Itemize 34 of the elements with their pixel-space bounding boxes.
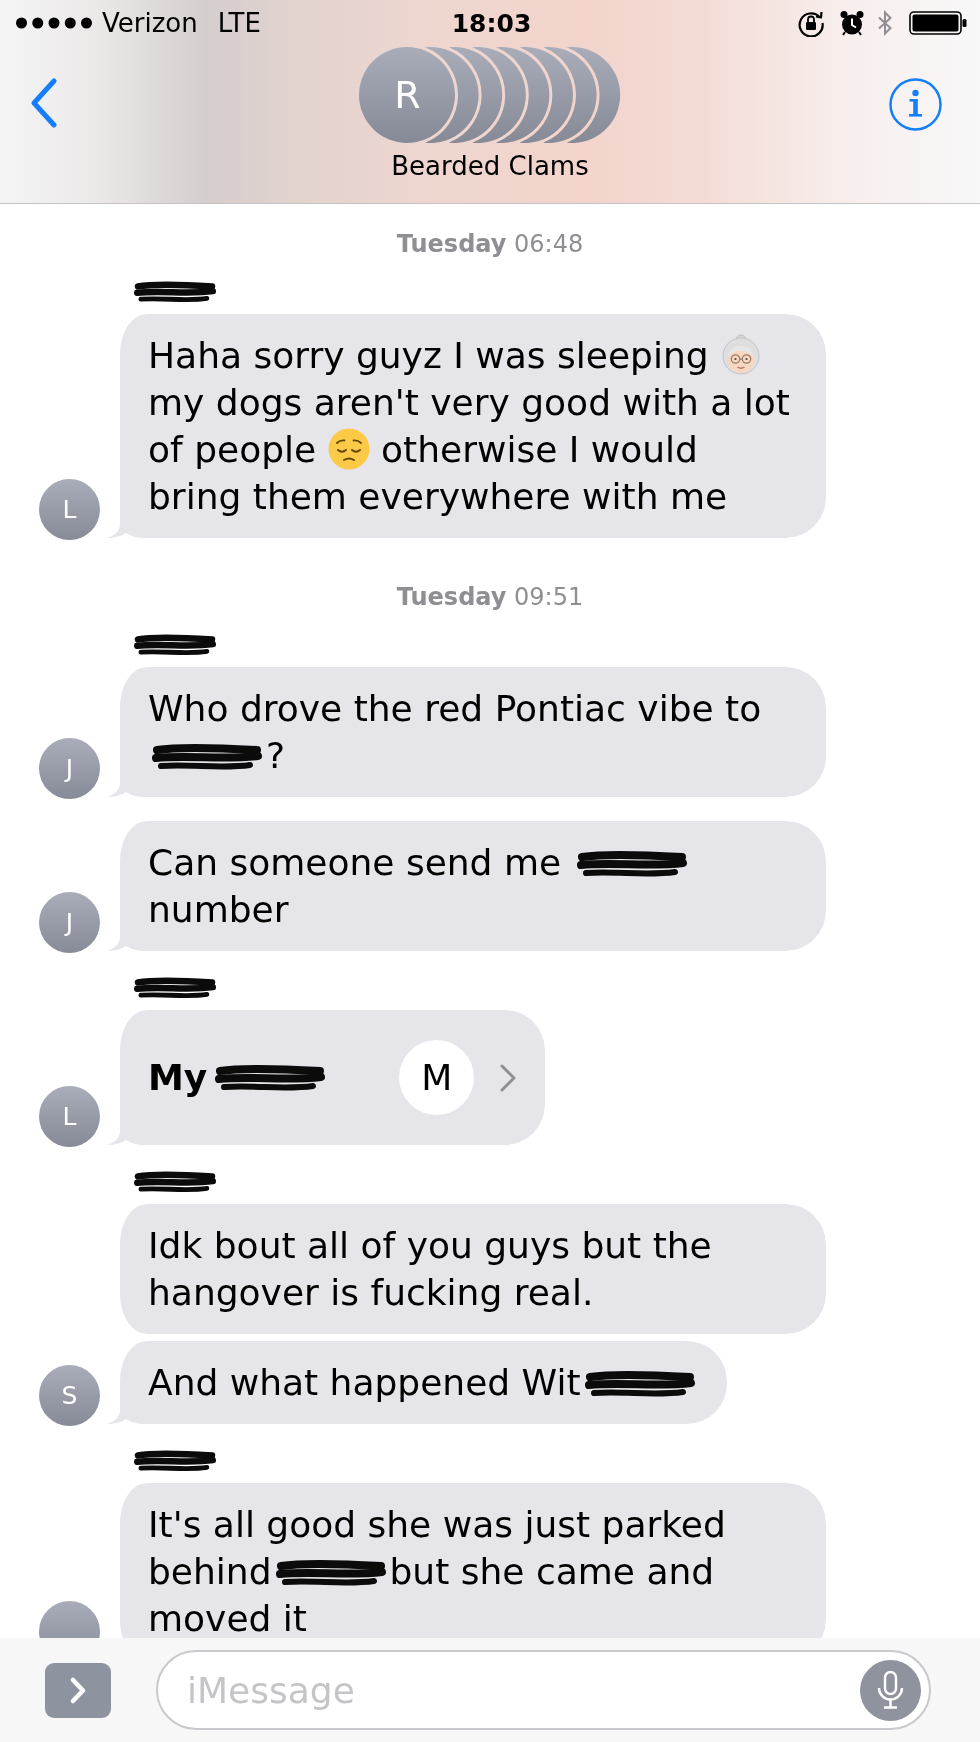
message-text: And what happened Wit bbox=[148, 1359, 699, 1406]
pensive-face-icon bbox=[327, 428, 370, 470]
sender-avatar: L bbox=[39, 1086, 100, 1147]
sender-avatar: J bbox=[39, 892, 100, 953]
alarm-clock-icon bbox=[840, 10, 864, 36]
contact-card[interactable]: My M bbox=[107, 1010, 546, 1145]
sender-avatar: J bbox=[39, 738, 100, 799]
signal-strength-icon bbox=[16, 17, 92, 29]
microphone-icon[interactable] bbox=[860, 1659, 921, 1721]
carrier-name: Verizon bbox=[102, 8, 198, 38]
message-text: It's all good she was just parked behind but she came and moved it bbox=[148, 1503, 727, 1638]
bluetooth-icon bbox=[877, 9, 893, 37]
conversation-title: Bearded Clams bbox=[391, 150, 589, 182]
message-text: Haha sorry guyz I was sleeping my dogs aren't very good with a lot of people otherwise I would bring them everywhere with me bbox=[148, 333, 791, 519]
message-text: Can someone send me number bbox=[148, 839, 798, 933]
group-avatar: R bbox=[359, 47, 456, 143]
sender-avatar: L bbox=[39, 479, 100, 540]
timestamp: Tuesday 09:51 bbox=[396, 582, 584, 612]
back-icon[interactable] bbox=[30, 78, 58, 128]
timestamp: Tuesday 06:48 bbox=[396, 229, 584, 259]
chevron-right-icon[interactable] bbox=[45, 1662, 111, 1718]
battery-icon bbox=[909, 11, 967, 35]
clock-time: 18:03 bbox=[451, 8, 532, 38]
grandmother-face-icon bbox=[720, 334, 763, 376]
message-text: Idk bout all of you guys but the hangover is fucking real. bbox=[148, 1224, 713, 1315]
info-icon[interactable] bbox=[889, 78, 942, 131]
contact-avatar: M bbox=[399, 1040, 475, 1115]
rotation-lock-icon bbox=[797, 9, 825, 37]
contact-name: My bbox=[148, 1056, 208, 1100]
message-text: Who drove the red Pontiac vibe to ? bbox=[148, 687, 763, 778]
network-type: LTE bbox=[217, 8, 261, 38]
chevron-right-icon bbox=[499, 1062, 518, 1093]
sender-avatar: S bbox=[39, 1365, 100, 1426]
message-field[interactable]: iMessage bbox=[156, 1650, 931, 1730]
